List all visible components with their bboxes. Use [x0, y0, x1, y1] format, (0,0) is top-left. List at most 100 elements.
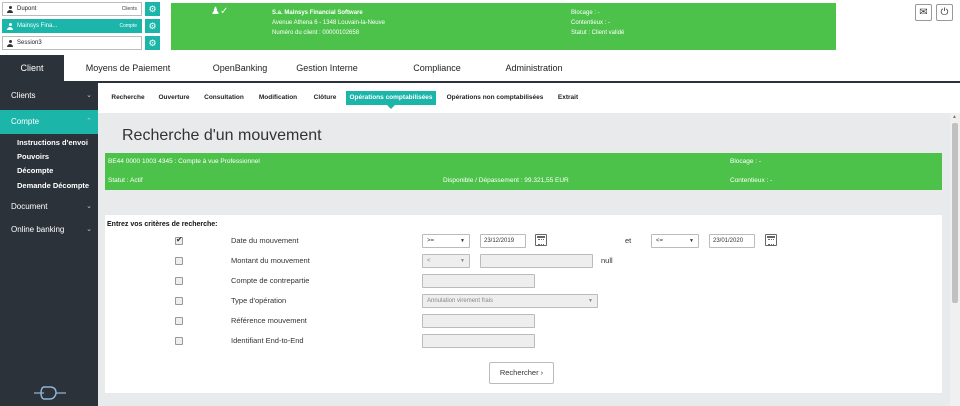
tab-gestion-interne[interactable]: Gestion Interne	[286, 55, 368, 81]
page-title: Recherche d'un mouvement	[122, 127, 322, 144]
amount-operator-select[interactable]: < ▼	[422, 254, 470, 268]
tab-client[interactable]: Client	[0, 55, 64, 81]
caret-down-icon: ▼	[460, 238, 465, 244]
sidebar-item-label: Document	[11, 202, 48, 211]
sidebar-sub-decompte[interactable]: Décompte	[0, 164, 98, 177]
date-operator-from-select[interactable]: >= ▼	[422, 234, 470, 248]
select-value: <	[427, 258, 431, 264]
scrollbar-thumb[interactable]	[952, 123, 958, 303]
client-status: Blocage : - Contentieux : - Statut : Cli…	[571, 8, 624, 38]
main-content: Recherche Ouverture Consultation Modific…	[98, 83, 960, 406]
date-to-input[interactable]: 23/01/2020	[709, 234, 755, 248]
tab-compliance[interactable]: Compliance	[403, 55, 471, 81]
tab-moyens-de-paiement[interactable]: Moyens de Paiement	[76, 55, 180, 81]
mail-icon[interactable]: ✉	[915, 4, 932, 21]
subtab-extrait[interactable]: Extrait	[553, 91, 583, 105]
session-name: Session3	[17, 40, 42, 46]
session-name: Mainsys Fina...	[17, 23, 58, 29]
checkbox-reference[interactable]	[175, 317, 183, 325]
calendar-icon[interactable]	[535, 234, 547, 246]
session-box[interactable]: Session3	[2, 36, 142, 50]
user-icon	[7, 23, 13, 30]
session-box[interactable]: Dupont Clients	[2, 2, 142, 16]
reference-input[interactable]	[422, 314, 535, 328]
scrollbar[interactable]: ▲	[950, 113, 960, 406]
end-to-end-input[interactable]	[422, 334, 535, 348]
select-value: Annulation virement frais	[427, 298, 494, 304]
session-tab-mainsys[interactable]: Mainsys Fina... Compte ⚙	[2, 19, 162, 33]
account-label: BE44 0000 1003 4345 : Compte à vue Profe…	[108, 158, 260, 165]
criteria-label: Type d'opération	[231, 296, 287, 305]
sidebar-item-label: Compte	[11, 117, 40, 126]
sidebar-sub-pouvoirs[interactable]: Pouvoirs	[0, 150, 98, 163]
date-operator-to-select[interactable]: <= ▼	[651, 234, 699, 248]
chevron-up-icon: ⌃	[86, 118, 92, 125]
checkbox-contrepartie[interactable]	[175, 277, 183, 285]
session-tab-session3[interactable]: Session3 ⚙	[2, 36, 162, 50]
criteria-row-reference: Référence mouvement	[105, 314, 942, 328]
subtab-cloture[interactable]: Clôture	[309, 91, 341, 105]
user-check-icon: ♟✓	[211, 6, 229, 17]
criteria-row-montant: Montant du mouvement < ▼ null	[105, 254, 942, 268]
account-disponible: Disponible / Dépassement : 99.321,55 EUR	[443, 177, 569, 184]
gear-icon[interactable]: ⚙	[145, 19, 160, 33]
power-icon[interactable]: ⏻	[936, 4, 953, 21]
criteria-label: Référence mouvement	[231, 316, 307, 325]
gear-icon[interactable]: ⚙	[145, 36, 160, 50]
sidebar: Clients ⌄ Compte ⌃ Instructions d'envoi …	[0, 83, 98, 406]
operation-type-select[interactable]: Annulation virement frais ▼	[422, 294, 598, 308]
subtab-consultation[interactable]: Consultation	[201, 91, 247, 105]
criteria-label: Identifiant End-to-End	[231, 336, 304, 345]
subtab-operations-comptabilisees[interactable]: Opérations comptabilisées	[346, 91, 436, 109]
tab-administration[interactable]: Administration	[495, 55, 573, 81]
checkbox-date[interactable]	[175, 235, 183, 245]
chevron-down-icon: ⌄	[86, 226, 92, 233]
sidebar-sub-demande-decompte[interactable]: Demande Décompte	[0, 179, 98, 192]
session-box[interactable]: Mainsys Fina... Compte	[2, 19, 142, 33]
session-name: Dupont	[17, 6, 37, 12]
criteria-label: Compte de contrepartie	[231, 276, 310, 285]
search-button[interactable]: Rechercher ›	[489, 362, 554, 384]
user-icon	[7, 40, 13, 47]
client-number: Numéro du client : 00000102658	[272, 30, 360, 36]
scroll-up-icon[interactable]: ▲	[952, 114, 957, 120]
company-logo	[34, 386, 66, 400]
checkbox-end-to-end[interactable]	[175, 337, 183, 345]
criteria-row-type: Type d'opération Annulation virement fra…	[105, 294, 942, 308]
date-from-input[interactable]: 23/12/2019	[480, 234, 526, 248]
app-header: Dupont Clients ⚙ Mainsys Fina... Compte …	[0, 0, 960, 55]
sidebar-item-document[interactable]: Document ⌄	[0, 195, 98, 219]
criteria-label: Date du mouvement	[231, 236, 299, 245]
checkbox-montant[interactable]	[175, 257, 183, 265]
user-icon	[7, 6, 13, 13]
sidebar-item-online-banking[interactable]: Online banking ⌄	[0, 218, 98, 242]
client-name: S.a. Mainsys Financial Software	[272, 10, 363, 16]
checkbox-type[interactable]	[175, 297, 183, 305]
criteria-title: Entrez vos critères de recherche:	[107, 221, 218, 228]
sidebar-sub-instructions[interactable]: Instructions d'envoi	[0, 136, 98, 149]
calendar-icon[interactable]	[765, 234, 777, 246]
sidebar-item-clients[interactable]: Clients ⌄	[0, 84, 98, 108]
subtab-operations-non-comptabilisees[interactable]: Opérations non comptabilisées	[444, 91, 546, 105]
main-nav: Client Moyens de Paiement OpenBanking Ge…	[0, 55, 960, 83]
subtab-modification[interactable]: Modification	[255, 91, 301, 105]
criteria-row-date: Date du mouvement >= ▼ 23/12/2019 et <= …	[105, 234, 942, 248]
amount-input[interactable]	[480, 254, 593, 268]
sidebar-item-label: Online banking	[11, 225, 65, 234]
subtab-ouverture[interactable]: Ouverture	[155, 91, 193, 105]
select-value: >=	[427, 238, 435, 244]
select-value: <=	[656, 238, 664, 244]
sidebar-item-compte[interactable]: Compte ⌃	[0, 110, 98, 134]
tab-openbanking[interactable]: OpenBanking	[200, 55, 280, 81]
session-tab-dupont[interactable]: Dupont Clients ⚙	[2, 2, 162, 16]
client-info: S.a. Mainsys Financial Software Avenue A…	[272, 8, 385, 38]
client-address: Avenue Athena 6 - 1348 Louvain-la-Neuve	[272, 20, 385, 26]
contrepartie-input[interactable]	[422, 274, 535, 288]
account-blocage: Blocage : -	[730, 158, 762, 165]
account-statut: Statut : Actif	[108, 177, 143, 184]
subtab-recherche[interactable]: Recherche	[108, 91, 148, 105]
gear-icon[interactable]: ⚙	[145, 2, 160, 16]
chevron-down-icon: ⌄	[86, 203, 92, 210]
client-blocage: Blocage : -	[571, 10, 600, 16]
account-contentieux: Contentieux : -	[730, 177, 773, 184]
